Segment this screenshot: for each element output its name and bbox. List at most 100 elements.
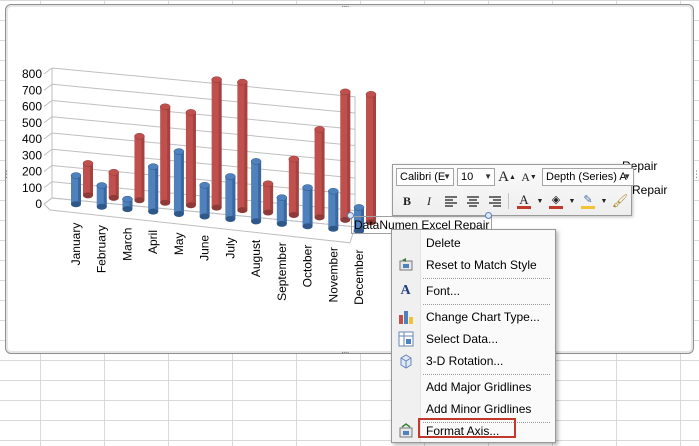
bar-series2-11[interactable] bbox=[340, 88, 351, 223]
bar-series2-8-shade bbox=[270, 183, 274, 213]
grow-font-button[interactable]: A ▲ bbox=[497, 167, 517, 187]
bar-series2-3[interactable] bbox=[134, 133, 145, 204]
format-painter-button[interactable]: 🖌 bbox=[610, 191, 630, 211]
bar-series2-4[interactable] bbox=[159, 103, 171, 206]
menu-item-delete[interactable]: Delete bbox=[392, 232, 555, 253]
bar-series2-9[interactable] bbox=[288, 155, 300, 218]
rotation-icon bbox=[397, 352, 414, 369]
align-left-button[interactable] bbox=[441, 191, 461, 211]
menu-item-label: Add Major Gridlines bbox=[426, 379, 532, 394]
bar-series2-2[interactable] bbox=[108, 169, 119, 201]
font-name-combo[interactable]: Calibri (E ▼ bbox=[396, 168, 454, 186]
bar-series2-3-shade bbox=[141, 136, 145, 201]
chevron-down-icon: ▼ bbox=[623, 172, 631, 181]
bar-series2-3-base bbox=[134, 197, 145, 204]
bold-button[interactable]: B bbox=[397, 191, 417, 211]
bar-series2-10[interactable] bbox=[314, 126, 325, 221]
bar-series2-7-base bbox=[237, 207, 248, 214]
align-right-button[interactable] bbox=[485, 191, 505, 211]
bar-series1-11-top bbox=[328, 187, 339, 195]
gridline bbox=[43, 100, 53, 107]
bar-series2-8[interactable] bbox=[262, 180, 274, 216]
fill-color-dropdown[interactable]: ▼ bbox=[568, 191, 576, 211]
shrink-font-button[interactable]: A ▼ bbox=[519, 167, 539, 187]
bar-series1-7-top bbox=[225, 173, 236, 180]
bar-series2-6-shade bbox=[218, 79, 222, 208]
bar-series1-8[interactable] bbox=[250, 158, 262, 225]
bar-series2-8-top bbox=[262, 180, 274, 187]
bar-series1-10[interactable] bbox=[302, 184, 313, 230]
chart-element-value: Depth (Series) A bbox=[546, 171, 627, 183]
bar-series1-2[interactable] bbox=[96, 182, 107, 210]
legend-entry-2[interactable]: Repair bbox=[632, 183, 667, 197]
gridline bbox=[51, 116, 356, 147]
bar-series2-7[interactable] bbox=[237, 78, 248, 214]
menu-item-select-data[interactable]: Select Data... bbox=[392, 328, 555, 349]
3d-column-chart[interactable]: 800 700 600 500 400 300 200 100 0 January Februar… bbox=[0, 0, 699, 446]
y-tick-label: 100 bbox=[22, 181, 42, 195]
gridline bbox=[51, 100, 356, 130]
bar-series1-4-shade bbox=[155, 166, 159, 212]
menu-item-font[interactable]: A Font... bbox=[392, 280, 555, 301]
bar-series1-9[interactable] bbox=[276, 194, 288, 227]
menu-item-add-minor-gridlines[interactable]: Add Minor Gridlines bbox=[392, 398, 555, 419]
bar-series2-12[interactable] bbox=[365, 91, 377, 226]
bar-series2-2-top bbox=[108, 169, 119, 176]
selection-handle[interactable] bbox=[485, 212, 492, 219]
menu-item-reset-style[interactable]: Reset to Match Style bbox=[392, 254, 555, 275]
bar-series1-5-base bbox=[173, 211, 184, 218]
menu-item-change-chart-type[interactable]: Change Chart Type... bbox=[392, 306, 555, 327]
chart-element-combo[interactable]: Depth (Series) A ▼ bbox=[542, 168, 634, 186]
bar-series2-1-top bbox=[82, 160, 94, 167]
bar-series1-3-base bbox=[122, 206, 133, 213]
bar-series2-4-shade bbox=[167, 106, 171, 203]
selection-handle[interactable] bbox=[347, 212, 354, 219]
outline-color-button[interactable]: ✎ bbox=[578, 191, 598, 211]
align-right-icon bbox=[489, 196, 501, 207]
gridline bbox=[43, 67, 53, 75]
italic-button[interactable]: I bbox=[419, 191, 439, 211]
bar-series1-3[interactable] bbox=[122, 195, 133, 213]
bar-series1-5[interactable] bbox=[173, 148, 185, 218]
bar-series1-6[interactable] bbox=[199, 182, 210, 220]
gridline bbox=[43, 132, 53, 140]
bar-series2-3-top bbox=[134, 133, 145, 140]
x-tick-label: December bbox=[352, 250, 366, 305]
menu-item-label: Reset to Match Style bbox=[426, 257, 537, 272]
shrink-font-icon: A bbox=[521, 169, 530, 184]
menu-item-add-major-gridlines[interactable]: Add Major Gridlines bbox=[392, 376, 555, 397]
font-size-combo[interactable]: 10 ▼ bbox=[457, 168, 495, 186]
bar-series1-5-shade bbox=[180, 151, 184, 215]
bar-series1-6-base bbox=[199, 213, 210, 220]
bar-series2-6-top bbox=[211, 76, 222, 83]
font-color-dropdown[interactable]: ▼ bbox=[536, 191, 544, 211]
font-color-button[interactable]: A bbox=[514, 191, 534, 211]
italic-icon: I bbox=[427, 193, 431, 208]
select-data-icon bbox=[397, 330, 414, 347]
bar-series2-8-base bbox=[263, 209, 274, 216]
bar-series2-12-top bbox=[365, 91, 377, 98]
bar-series2-1[interactable] bbox=[82, 160, 94, 199]
align-center-icon bbox=[467, 196, 479, 207]
font-icon: A bbox=[400, 282, 411, 298]
bar-series2-5-base bbox=[185, 202, 196, 209]
bar-series1-1[interactable] bbox=[70, 172, 82, 208]
bar-series1-11[interactable] bbox=[328, 187, 339, 232]
bold-icon: B bbox=[402, 193, 411, 208]
bar-series2-10-base bbox=[314, 214, 325, 221]
gridline bbox=[51, 83, 356, 114]
bar-series2-4-base bbox=[160, 199, 171, 206]
bar-series2-6-base bbox=[211, 204, 222, 211]
fill-color-button[interactable]: ◈ bbox=[546, 191, 566, 211]
bar-series2-5[interactable] bbox=[185, 109, 197, 209]
outline-color-dropdown[interactable]: ▼ bbox=[600, 191, 608, 211]
menu-item-3d-rotation[interactable]: 3-D Rotation... bbox=[392, 350, 555, 371]
align-center-button[interactable] bbox=[463, 191, 483, 211]
bar-series1-4[interactable] bbox=[147, 163, 159, 215]
y-tick-label: 300 bbox=[22, 148, 42, 162]
bar-series1-2-top bbox=[96, 182, 107, 189]
bar-series2-6[interactable] bbox=[211, 76, 222, 211]
bar-series1-7-base bbox=[225, 215, 236, 222]
x-tick-label: May bbox=[172, 232, 186, 255]
bar-series1-7[interactable] bbox=[225, 173, 236, 222]
